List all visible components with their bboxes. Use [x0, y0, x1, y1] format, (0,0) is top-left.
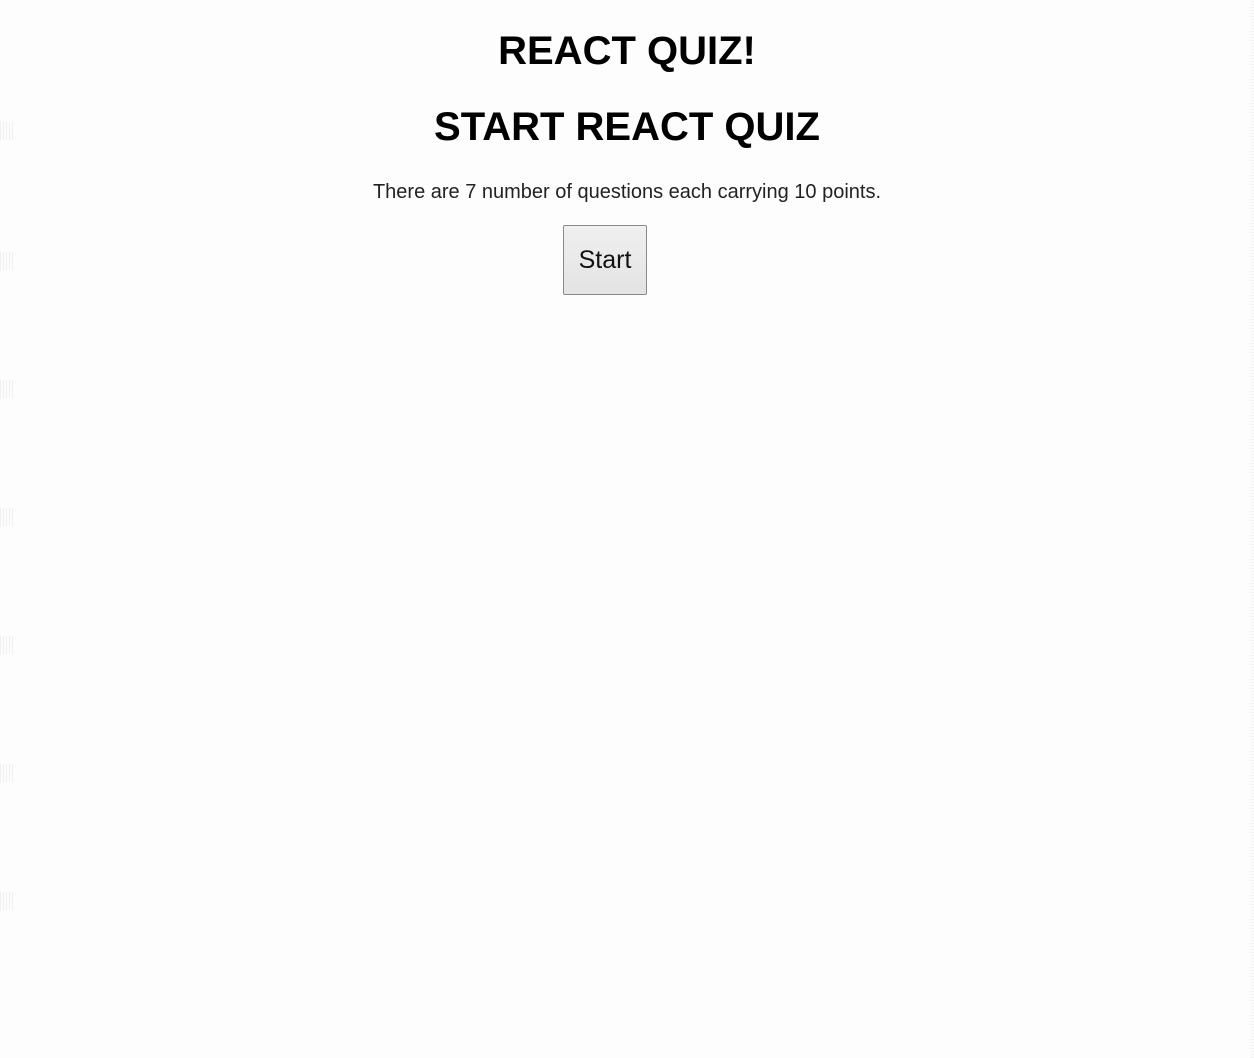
quiz-heading: START REACT QUIZ [434, 105, 820, 149]
app-title: REACT QUIZ! [498, 29, 756, 73]
edge-mark [0, 252, 14, 270]
edge-mark [0, 764, 14, 782]
quiz-start-page: REACT QUIZ! START REACT QUIZ There are 7… [0, 0, 1254, 1058]
quiz-info-text: There are 7 number of questions each car… [372, 181, 882, 203]
edge-mark [0, 122, 14, 140]
right-edge-artifact [1250, 0, 1254, 1058]
edge-mark [0, 636, 14, 654]
start-button[interactable]: Start [563, 225, 647, 295]
edge-mark [0, 508, 14, 526]
left-edge-artifacts [0, 0, 16, 1058]
edge-mark [0, 380, 14, 398]
edge-mark [0, 892, 14, 910]
